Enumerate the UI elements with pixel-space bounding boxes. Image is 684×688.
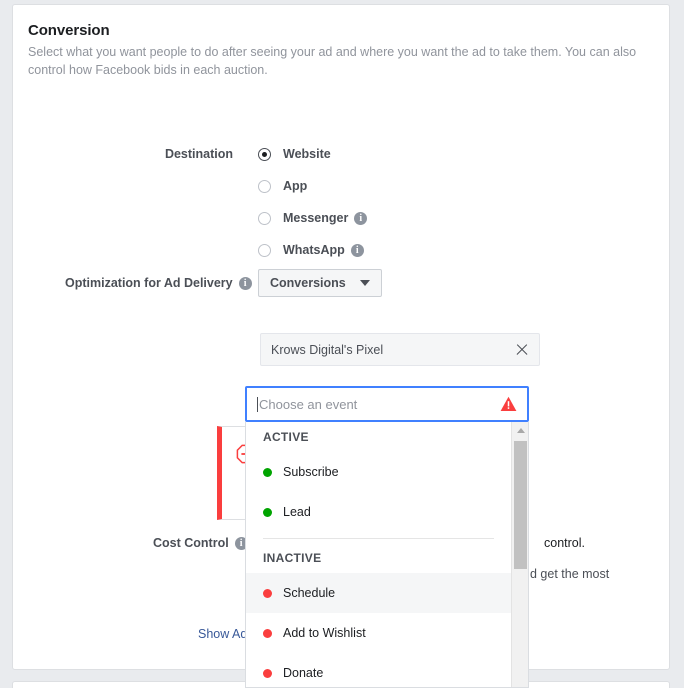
close-icon[interactable] — [515, 343, 529, 357]
dropdown-item-label: Schedule — [283, 586, 336, 600]
chevron-down-icon — [359, 280, 370, 286]
radio-dot-website[interactable] — [258, 147, 271, 161]
cost-control-label-wrap: Cost Control i — [153, 536, 248, 550]
status-dot-inactive — [263, 668, 272, 678]
optimization-selected-value: Conversions — [270, 276, 346, 290]
dropdown-item-label: Lead — [283, 505, 311, 519]
text-cursor — [257, 396, 258, 412]
radio-label-whatsapp: WhatsApp — [283, 243, 345, 257]
optimization-label: Optimization for Ad Delivery — [65, 276, 233, 290]
status-dot-active — [263, 467, 272, 477]
pixel-name: Krows Digital's Pixel — [271, 342, 384, 357]
radio-dot-app[interactable] — [258, 179, 271, 193]
dropdown-item-label: Add to Wishlist — [283, 626, 366, 640]
status-dot-active — [263, 507, 272, 517]
radio-option-app[interactable]: App — [258, 170, 367, 202]
radio-option-website[interactable]: Website — [258, 138, 367, 170]
cost-control-label: Cost Control — [153, 536, 229, 550]
radio-label-messenger: Messenger — [283, 211, 349, 225]
dropdown-item-lead[interactable]: Lead — [246, 492, 511, 532]
scrollbar-thumb[interactable] — [514, 441, 527, 569]
radio-option-whatsapp[interactable]: WhatsApp i — [258, 234, 367, 266]
dropdown-divider — [263, 538, 494, 539]
radio-dot-whatsapp[interactable] — [258, 243, 271, 257]
dropdown-group-header-active: ACTIVE — [263, 430, 309, 444]
section-description: Select what you want people to do after … — [28, 45, 637, 77]
scrollbar-up-button[interactable] — [512, 422, 528, 439]
event-combo-placeholder: Choose an event — [259, 396, 358, 412]
event-combo-input[interactable]: Choose an event — [245, 386, 529, 422]
radio-label-website: Website — [283, 147, 331, 161]
event-dropdown-scrollpane: ACTIVE Subscribe Lead INACTIVE Schedule … — [246, 422, 511, 687]
pixel-field[interactable]: Krows Digital's Pixel — [260, 333, 540, 366]
warning-triangle-icon — [500, 396, 517, 411]
optimization-label-wrap: Optimization for Ad Delivery i — [65, 276, 252, 290]
status-dot-inactive — [263, 628, 272, 638]
info-icon-optimization[interactable]: i — [238, 276, 252, 290]
chevron-up-icon — [516, 428, 525, 433]
optimization-dropdown-button[interactable]: Conversions — [258, 269, 382, 297]
destination-label: Destination — [164, 147, 233, 161]
dropdown-item-add-to-wishlist[interactable]: Add to Wishlist — [246, 613, 511, 653]
cost-control-text-line-1: control. — [544, 536, 585, 550]
dropdown-item-subscribe[interactable]: Subscribe — [246, 452, 511, 492]
dropdown-item-label: Subscribe — [283, 465, 339, 479]
info-icon-whatsapp[interactable]: i — [350, 243, 364, 257]
cost-control-text-line-2: d get the most — [530, 567, 610, 581]
dropdown-scrollbar[interactable] — [511, 422, 528, 687]
dropdown-item-schedule[interactable]: Schedule — [246, 573, 511, 613]
status-dot-inactive — [263, 588, 272, 598]
page-title: Conversion — [28, 22, 110, 39]
dropdown-group-header-inactive: INACTIVE — [263, 551, 322, 565]
page-root: Conversion Select what you want people t… — [0, 0, 684, 688]
event-dropdown-menu[interactable]: ACTIVE Subscribe Lead INACTIVE Schedule … — [245, 422, 529, 688]
destination-radio-group[interactable]: Website App Messenger i WhatsApp i — [258, 138, 368, 266]
info-icon-messenger[interactable]: i — [354, 211, 368, 225]
dropdown-item-label: Donate — [283, 666, 324, 680]
radio-dot-messenger[interactable] — [258, 211, 271, 225]
radio-option-messenger[interactable]: Messenger i — [258, 202, 368, 234]
radio-label-app: App — [283, 179, 308, 193]
dropdown-item-donate[interactable]: Donate — [246, 653, 511, 687]
